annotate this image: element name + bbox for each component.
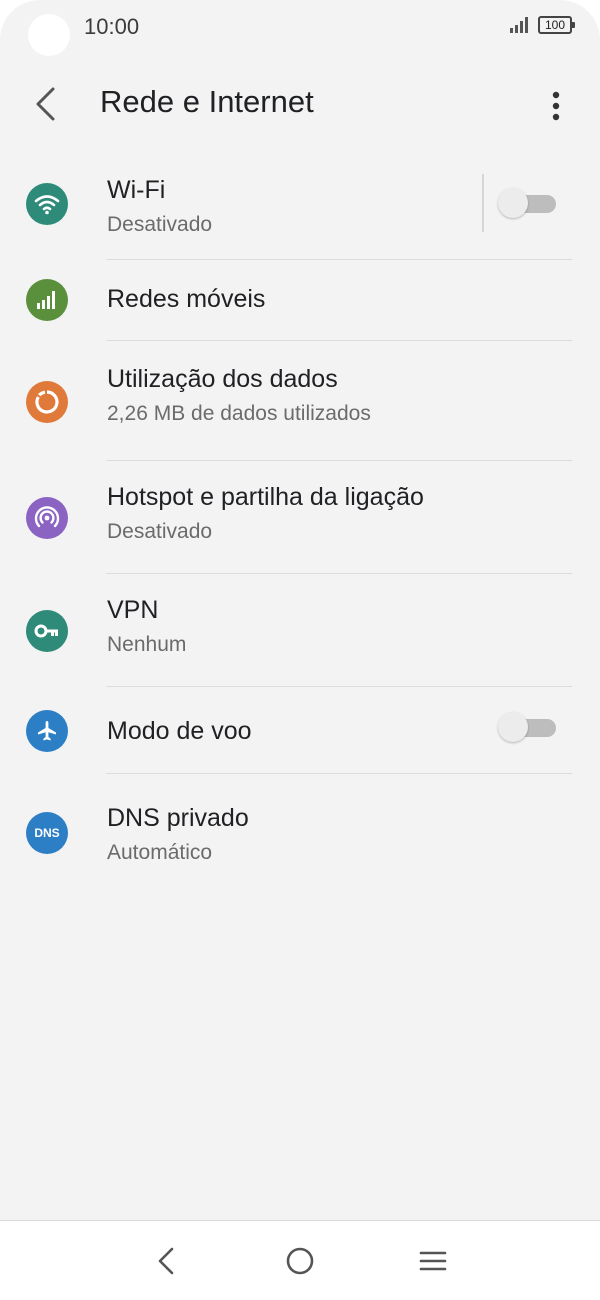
vpn-title: VPN	[107, 596, 159, 624]
nav-back-button[interactable]	[142, 1237, 190, 1285]
hotspot-status: Desativado	[107, 520, 213, 543]
data-usage-item[interactable]: Utilização dos dados 2,26 MB de dados ut…	[0, 341, 600, 461]
hotspot-title: Hotspot e partilha da ligação	[107, 483, 424, 511]
signal-bars-icon	[26, 279, 68, 321]
nav-back-icon	[158, 1247, 174, 1275]
camera-cutout	[28, 14, 70, 56]
status-time: 10:00	[84, 14, 140, 39]
dns-icon: DNS	[26, 812, 68, 854]
data-usage-title: Utilização dos dados	[107, 365, 338, 393]
data-usage-subtitle: 2,26 MB de dados utilizados	[107, 402, 371, 425]
battery-icon: 100	[538, 16, 575, 34]
vpn-status: Nenhum	[107, 633, 187, 656]
status-icons: 100	[510, 16, 575, 34]
dns-icon-label: DNS	[34, 826, 60, 840]
hotspot-icon	[26, 497, 68, 539]
phone-screen: 10:00 100 Rede e Internet Wi-Fi Desativa…	[0, 0, 600, 1300]
page-title: Rede e Internet	[100, 84, 314, 119]
wifi-toggle[interactable]	[498, 188, 558, 218]
mobile-networks-title: Redes móveis	[107, 285, 266, 313]
airplane-mode-item[interactable]: Modo de voo	[0, 687, 600, 774]
wifi-icon	[26, 183, 68, 225]
private-dns-status: Automático	[107, 841, 213, 864]
wifi-title: Wi-Fi	[107, 176, 166, 204]
nav-menu-icon	[419, 1251, 447, 1271]
airplane-mode-title: Modo de voo	[107, 717, 252, 745]
app-bar: Rede e Internet	[0, 70, 600, 134]
hotspot-item[interactable]: Hotspot e partilha da ligação Desativado	[0, 461, 600, 574]
divider-vertical	[482, 174, 484, 232]
nav-home-button[interactable]	[276, 1237, 324, 1285]
data-usage-icon	[26, 381, 68, 423]
back-arrow-icon	[36, 87, 55, 121]
vpn-item[interactable]: VPN Nenhum	[0, 574, 600, 687]
airplane-icon	[26, 710, 68, 752]
wifi-status: Desativado	[107, 213, 213, 236]
settings-list: Wi-Fi Desativado Redes móveis Utilização…	[0, 150, 600, 884]
more-vert-icon	[552, 91, 560, 121]
wifi-item[interactable]: Wi-Fi Desativado	[0, 150, 600, 260]
mobile-networks-item[interactable]: Redes móveis	[0, 260, 600, 341]
key-icon	[26, 610, 68, 652]
back-button[interactable]	[22, 80, 70, 128]
private-dns-title: DNS privado	[107, 804, 249, 832]
airplane-mode-toggle[interactable]	[498, 712, 558, 742]
nav-home-icon	[286, 1247, 314, 1275]
private-dns-item[interactable]: DNS DNS privado Automático	[0, 774, 600, 884]
signal-icon	[510, 17, 528, 33]
navigation-bar	[0, 1220, 600, 1300]
more-options-button[interactable]	[532, 82, 580, 130]
nav-menu-button[interactable]	[409, 1237, 457, 1285]
